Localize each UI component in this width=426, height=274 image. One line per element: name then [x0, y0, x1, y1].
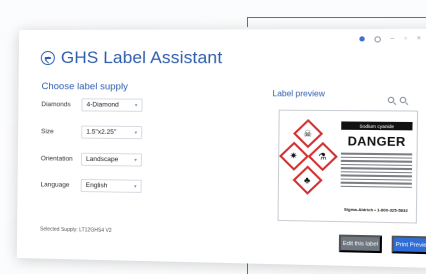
text-line: [340, 178, 412, 181]
selected-supply-note: Selected Supply: LT12GHS4 V2: [40, 226, 112, 234]
text-line: [340, 156, 413, 159]
app-window: – ▫ × GHS Label Assistant Choose label s…: [16, 28, 426, 268]
text-line: [340, 163, 413, 166]
size-select[interactable]: 1.5"x2.25" ▾: [81, 125, 143, 140]
orientation-row: Orientation Landscape ▾: [40, 152, 143, 167]
app-title: GHS Label Assistant: [60, 47, 223, 68]
language-row: Language English ▾: [40, 178, 142, 193]
header: GHS Label Assistant: [40, 47, 223, 68]
preview-title: Label preview: [272, 89, 325, 99]
signal-word: DANGER: [347, 133, 406, 150]
text-line: [340, 185, 412, 188]
corrosion-icon: ⚗: [307, 141, 338, 172]
chevron-down-icon: ▾: [134, 156, 137, 163]
orientation-label: Orientation: [40, 155, 73, 163]
size-label: Size: [41, 128, 54, 136]
chevron-down-icon: ▾: [134, 102, 138, 109]
chemical-name: Sodium cyanide: [341, 121, 413, 131]
accent-line-vertical: [247, 17, 248, 27]
diamonds-select[interactable]: 4-Diamond ▾: [81, 98, 143, 112]
chevron-down-icon: ▾: [134, 129, 138, 136]
diamonds-label: Diamonds: [41, 101, 71, 109]
window-controls: – ▫ ×: [358, 35, 422, 43]
size-row: Size 1.5"x2.25" ▾: [41, 125, 143, 140]
minimize-icon[interactable]: –: [390, 35, 394, 42]
orientation-select[interactable]: Landscape ▾: [80, 152, 143, 167]
text-line: [340, 152, 413, 155]
diamonds-row: Diamonds 4-Diamond ▾: [41, 98, 143, 112]
edit-label-button[interactable]: Edit this label: [338, 234, 383, 254]
ghs-pictogram-group: ☠ ✷ ⚗ ♣: [279, 118, 338, 211]
text-line: [340, 181, 412, 185]
section-title: Choose label supply: [41, 81, 129, 93]
label-preview: ☠ ✷ ⚗ ♣ Sodium cyanide DANGER Sigma-Aldr…: [277, 109, 419, 224]
language-value: English: [85, 182, 108, 190]
settings-icon[interactable]: [373, 35, 381, 43]
zoom-controls: [387, 96, 407, 104]
print-preview-button[interactable]: Print Preview: [391, 235, 426, 255]
text-line: [340, 170, 413, 174]
accent-line: [248, 17, 426, 18]
orientation-value: Landscape: [85, 155, 119, 164]
skull-crossbones-icon: ☠: [293, 118, 324, 149]
zoom-in-icon[interactable]: [387, 96, 395, 104]
supplier-info: Sigma-Aldrich • 1-800-325-5832: [343, 206, 408, 213]
zoom-out-icon[interactable]: [399, 96, 407, 104]
text-line: [340, 167, 413, 170]
language-label: Language: [40, 181, 70, 189]
text-line: [340, 174, 412, 177]
back-arrow-icon[interactable]: [40, 50, 55, 66]
diamonds-value: 4-Diamond: [86, 101, 119, 109]
environment-icon: ♣: [292, 165, 323, 195]
chevron-down-icon: ▾: [133, 183, 137, 190]
screenshot-stage: – ▫ × GHS Label Assistant Choose label s…: [0, 0, 426, 274]
close-icon[interactable]: ×: [417, 35, 422, 42]
text-line: [340, 159, 413, 163]
size-value: 1.5"x2.25": [86, 128, 117, 136]
maximize-icon[interactable]: ▫: [404, 35, 407, 42]
hazard-statement-lines: [340, 152, 413, 190]
health-hazard-icon: ✷: [279, 141, 310, 171]
language-select[interactable]: English ▾: [80, 178, 142, 193]
status-dot-icon: [358, 36, 365, 42]
